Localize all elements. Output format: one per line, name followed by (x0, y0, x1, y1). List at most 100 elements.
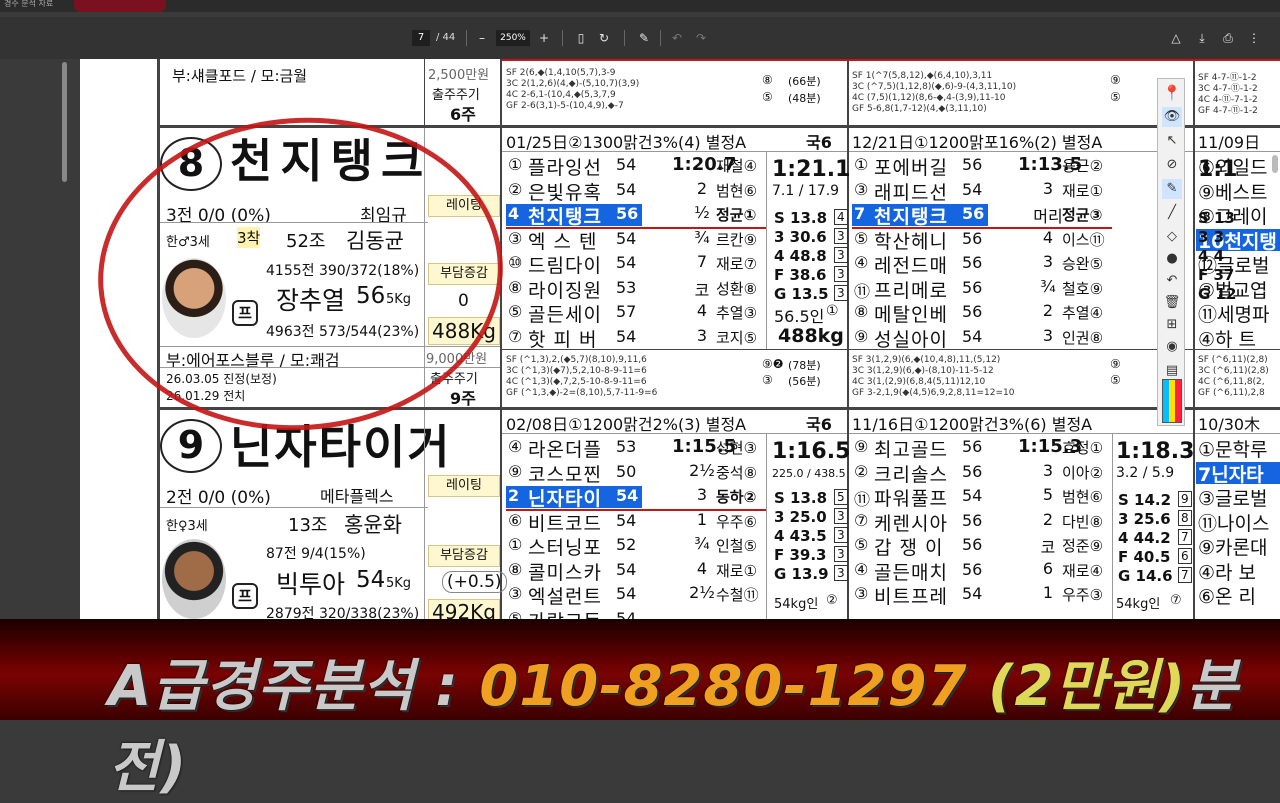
race1-row-number: ① (508, 155, 523, 174)
pdf-toolbar: 7 / 44 – 250% + ▯ ↻ ✎ ↶ ↷ △ ⤓ ⎙ ⋮ (0, 17, 1280, 59)
cart-icon[interactable]: ⊞ (1162, 315, 1182, 335)
jockey-stats-9: 87전 9/4(15%) (266, 546, 366, 562)
race6-row-name: ④라 보 (1198, 561, 1257, 584)
race1-foot-note2: (56분) (788, 375, 821, 388)
race4-row-number: ⑥ (508, 510, 523, 530)
race2-row-weight: 56 (962, 228, 983, 248)
camera-icon[interactable]: ◉ (1162, 337, 1182, 357)
race1-footer: SF (^1,3),2,(◆5,7)(8,10),9,11,6 3C (^1,3)… (506, 355, 657, 399)
top-sectional-3: SF 4-7-⑪-1-2 3C 4-7-⑪-1-2 4C 4-⑪-7-1-2 GF 4… (1198, 73, 1258, 117)
fit-page-icon[interactable]: ▯ (574, 28, 588, 48)
race2-row-jockey: 추열④ (1062, 304, 1104, 322)
eraser-icon[interactable]: ◇ (1162, 227, 1182, 247)
more-menu-icon[interactable]: ⋮ (1248, 28, 1260, 48)
block-icon[interactable]: ⊘ (1162, 155, 1182, 175)
undo-tool-icon[interactable]: ↶ (1162, 271, 1182, 291)
race3-row-name: ④하 트 (1198, 328, 1257, 351)
owner-9: 메타플렉스 (320, 487, 394, 506)
zoom-out-button[interactable]: – (476, 28, 488, 48)
race2-row-weight: 56 (962, 277, 983, 297)
race1-row-jockey: 성환⑧ (716, 279, 758, 298)
sectional-line: 3C (^6,11)(2,8) (1198, 366, 1269, 376)
race5-row-jockey: 범현⑥ (1062, 488, 1104, 506)
race5-row-number: ④ (854, 559, 869, 579)
grid-line (500, 59, 502, 619)
clipboard-icon[interactable]: ▤ (1162, 361, 1182, 381)
page-scrollbar-thumb[interactable] (1272, 155, 1278, 173)
dot-icon[interactable]: ● (1162, 249, 1182, 269)
color-swatch-icon[interactable] (1162, 379, 1182, 423)
rank-marker: ⑤ (1110, 90, 1121, 104)
zoom-level[interactable]: 250% (496, 30, 530, 46)
rotate-icon[interactable]: ↻ (596, 28, 612, 48)
race4-row-name: 비트코드 (528, 512, 602, 535)
race2-row-name: 포에버길 (874, 157, 948, 179)
redo-icon[interactable]: ↷ (694, 28, 708, 48)
page-number-input[interactable]: 7 (412, 30, 430, 46)
race2-row-weight: 56 (962, 302, 983, 321)
download-icon[interactable]: ⤓ (1194, 28, 1210, 48)
highlighter-icon[interactable]: ✎ (1162, 179, 1182, 199)
race1-sectional-rank: 4 (834, 209, 848, 225)
banner-text: A급경주분석 : 010-8280-1297 (2만원)분전) (108, 641, 1280, 803)
carry-unit-9: 5Kg (386, 576, 412, 591)
race5-sectional: 3 25.6 (1118, 510, 1171, 528)
race5-weight: 54kg인 (1116, 597, 1161, 612)
tab-title-left[interactable]: 경주 분석 자료 (4, 0, 53, 8)
grid-line (1193, 59, 1195, 619)
race2-row-jockey: 철호⑨ (1062, 279, 1104, 298)
race4-row-name: 콜미스카 (528, 561, 602, 584)
race5-row-name: 크리솔스 (874, 463, 948, 486)
race5-row-number: ⑦ (854, 510, 869, 530)
race5-row-number: ③ (854, 584, 869, 603)
race4-row-number: ⑨ (508, 461, 523, 481)
race5-sectional-rank: 8 (1178, 510, 1192, 526)
grid-line (766, 151, 767, 349)
race3-time: 1:1 (1198, 157, 1238, 182)
sectional-line: 4C (^1,3)(◆,7,2,5-10-8-9-11=6 (506, 377, 647, 387)
print-icon[interactable]: ⎙ (1220, 28, 1236, 48)
sectional-line: GF 3-2,1,9(◆(4,5)6,9,2,8,11=12=10 (852, 388, 1015, 398)
grid-line (502, 433, 847, 434)
race3-footer: SF (^6,11)(2,8) 3C (^6,11)(2,8) 4C (^6,11,… (1198, 355, 1269, 399)
pin-icon[interactable]: 📍 (1162, 83, 1182, 103)
race4-row-name: 닌자타이 (528, 488, 602, 510)
race1-sectional-rank: 3 (834, 228, 848, 244)
scrollbar-thumb[interactable] (62, 62, 67, 182)
eye-icon[interactable]: 👁 (1162, 107, 1182, 127)
grid-line (424, 59, 425, 125)
sectional-line: SF (^1,3),2,(◆5,7)(8,10),9,11,6 (506, 355, 647, 365)
race1-row-weight: 54 (616, 155, 637, 174)
race2-row-name: 메탈인베 (874, 304, 948, 326)
race1-time: 1:21.1 (772, 157, 851, 182)
race2-row-number: ① (854, 155, 869, 174)
race3-sectional: S 13 (1198, 209, 1235, 227)
undo-icon[interactable]: ↶ (670, 28, 684, 48)
race1-sectional-rank: 3 (834, 266, 848, 282)
race6-row-name: 7닌자타 (1198, 463, 1264, 486)
grid-line (1195, 433, 1280, 434)
race1-foot-note: (78분) (788, 359, 821, 372)
toolbar-divider (466, 30, 467, 46)
annotate-icon[interactable]: ✎ (636, 28, 652, 48)
drive-icon[interactable]: △ (1168, 28, 1184, 48)
pen-icon[interactable]: ╱ (1162, 203, 1182, 223)
race5-row-name: 골든매치 (874, 561, 948, 584)
page-total: / 44 (436, 32, 456, 43)
grid-line (424, 410, 425, 619)
race1-row-jockey: 추열③ (716, 304, 758, 322)
zoom-in-button[interactable]: + (538, 28, 550, 48)
race4-row-name: 코스모찐 (528, 463, 602, 486)
race1-row-name: 골든세이 (528, 304, 602, 326)
jockey-photo-9 (162, 539, 226, 619)
race4-row-name: 가람고등 (528, 607, 602, 620)
horse-number-9: 9 (160, 419, 222, 473)
active-tab[interactable] (74, 0, 166, 12)
race4-row-jockey: 우주⑥ (716, 512, 758, 531)
grid-line (766, 433, 767, 619)
grid-line (849, 151, 1193, 152)
trash-icon[interactable]: 🗑 (1162, 293, 1182, 313)
cursor-icon[interactable]: ↖ (1162, 131, 1182, 151)
race2-row-name: 프리메로 (874, 279, 948, 302)
record-9: 2전 0/0 (0%) (166, 488, 271, 508)
